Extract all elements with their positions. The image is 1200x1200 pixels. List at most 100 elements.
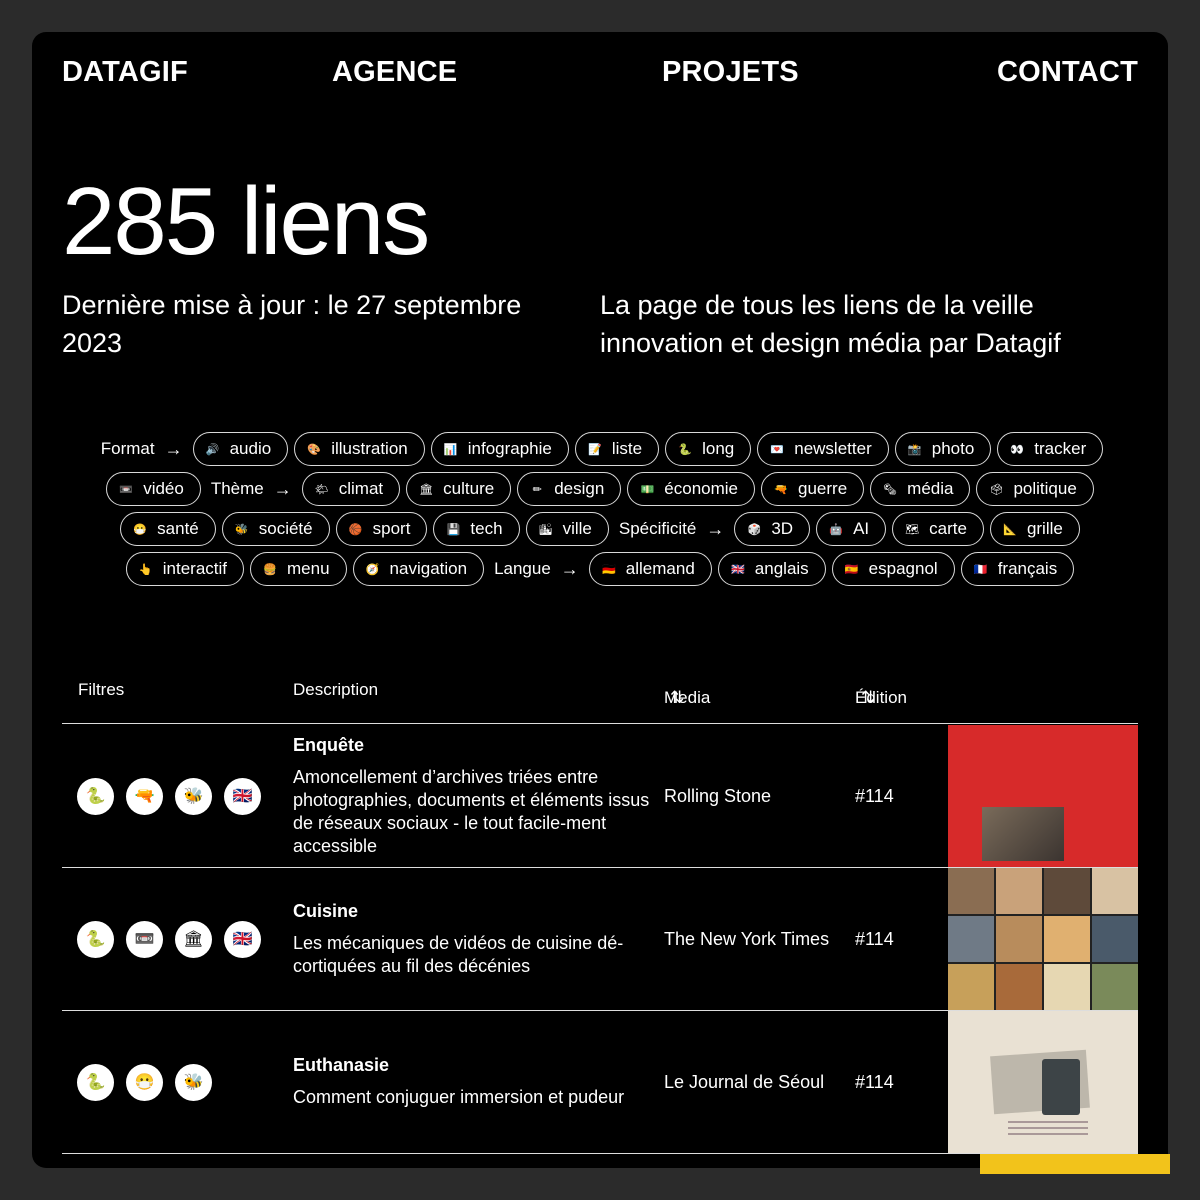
interactif-icon: 👆	[138, 563, 153, 576]
vidéo-icon: 📼	[119, 483, 134, 496]
page-frame: DATAGIF AGENCE PROJETS CONTACT 285 liens…	[32, 32, 1168, 1168]
filter-chip-société[interactable]: 🐝 société	[221, 512, 330, 546]
filter-chip-newsletter[interactable]: 💌 newsletter	[757, 432, 889, 466]
tag-icon: 📼	[126, 920, 163, 958]
filter-chip-liste[interactable]: 📝 liste	[574, 432, 660, 466]
filter-chip-santé[interactable]: 😷 santé	[120, 512, 216, 546]
sort-icon[interactable]: ⇅	[861, 688, 875, 708]
table-row[interactable]: 🐍 🔫 🐝 🇬🇧 Enquête Amoncellement d’archives tri…	[62, 725, 1138, 868]
filter-chip-label: vidéo	[143, 479, 184, 498]
row-description: Enquête Amoncellement d’archives triées e…	[293, 725, 653, 867]
filter-chip-label: menu	[287, 559, 330, 578]
navigation-icon: 🧭	[365, 563, 380, 576]
anglais-icon: 🇬🇧	[730, 563, 745, 576]
top-nav: DATAGIF AGENCE PROJETS CONTACT	[62, 56, 1138, 96]
filter-chip-vidéo[interactable]: 📼 vidéo	[106, 472, 201, 506]
next-row-thumbnail[interactable]	[980, 1154, 1170, 1174]
3D-icon: 🎲	[747, 523, 762, 536]
table-row[interactable]: 🐍 📼 🏛 🇬🇧 Cuisine Les mécaniques de vidéos de …	[62, 868, 1138, 1011]
nav-agence[interactable]: AGENCE	[332, 56, 457, 89]
filter-chip-grille[interactable]: 📐 grille	[989, 512, 1080, 546]
politique-icon: 🗳	[989, 483, 1004, 496]
filter-group-label: Spécificité →	[615, 512, 728, 546]
filter-chip-anglais[interactable]: 🇬🇧 anglais	[717, 552, 826, 586]
row-media: Le Journal de Séoul	[664, 1071, 825, 1092]
tag-icon: 🏛	[175, 920, 212, 958]
guerre-icon: 🔫	[774, 483, 788, 496]
arrow-right-icon: →	[164, 439, 183, 459]
filter-chip-français[interactable]: 🇫🇷 français	[960, 552, 1075, 586]
sport-icon: 🏀	[348, 523, 363, 536]
table-row[interactable]: 🐍 😷 🐝 Euthanasie Comment conjuguer immersion…	[62, 1011, 1138, 1154]
filter-chip-culture[interactable]: 🏛 culture	[406, 472, 512, 506]
espagnol-icon: 🇪🇸	[844, 563, 859, 576]
tech-icon: 💾	[446, 523, 461, 536]
filter-chip-long[interactable]: 🐍 long	[665, 432, 752, 466]
row-text: Comment conjuguer immersion et pudeur	[293, 1087, 625, 1107]
filter-chip-AI[interactable]: 🤖 AI	[816, 512, 887, 546]
filter-chip-label: média	[907, 479, 954, 498]
col-filtres: Filtres	[78, 680, 125, 699]
row-media: The New York Times	[664, 928, 830, 949]
filter-chip-label: AI	[853, 519, 870, 538]
filter-chip-espagnol[interactable]: 🇪🇸 espagnol	[831, 552, 955, 586]
filter-chip-label: newsletter	[794, 439, 872, 458]
filter-chip-tech[interactable]: 💾 tech	[433, 512, 520, 546]
row-description: Cuisine Les mécaniques de vidéos de cuisi…	[293, 868, 653, 1010]
row-thumbnail[interactable]	[948, 868, 1138, 1010]
filter-chip-économie[interactable]: 💵 économie	[627, 472, 756, 506]
filter-chip-navigation[interactable]: 🧭 navigation	[352, 552, 485, 586]
filter-chip-illustration[interactable]: 🎨 illustration	[294, 432, 425, 466]
climat-icon: 🌤	[314, 483, 329, 496]
filter-chip-menu[interactable]: 🍔 menu	[250, 552, 347, 586]
filter-chip-label: interactif	[162, 559, 228, 578]
tag-icon: 🇬🇧	[224, 777, 261, 815]
filter-chip-climat[interactable]: 🌤 climat	[301, 472, 401, 506]
filter-chip-infographie[interactable]: 📊 infographie	[430, 432, 569, 466]
AI-icon: 🤖	[829, 523, 843, 536]
filter-chip-label: anglais	[754, 559, 809, 578]
row-thumbnail[interactable]	[948, 725, 1138, 867]
filter-chip-label: 3D	[771, 519, 794, 538]
filter-chip-tracker[interactable]: 👀 tracker	[997, 432, 1104, 466]
filter-chip-audio[interactable]: 🔊 audio	[192, 432, 289, 466]
row-filter-icons: 🐍 🔫 🐝 🇬🇧	[77, 725, 261, 867]
filter-chip-3D[interactable]: 🎲 3D	[734, 512, 811, 546]
filter-chip-label: carte	[929, 519, 967, 538]
filter-chip-guerre[interactable]: 🔫 guerre	[761, 472, 865, 506]
filter-chips: Format → 🔊 audio 🎨 illustration 📊 infographie 📝 l…	[92, 432, 1108, 586]
filter-chip-label: audio	[229, 439, 272, 458]
arrow-right-icon: →	[273, 479, 292, 499]
row-text: Amoncellement d’archives triées entre ph…	[293, 766, 650, 856]
last-updated-text: Dernière mise à jour : le 27 septembre 2…	[62, 290, 522, 358]
row-thumbnail[interactable]	[948, 1011, 1138, 1153]
row-edition: #114	[855, 928, 894, 949]
filter-chip-ville[interactable]: 🏙 ville	[525, 512, 609, 546]
filter-chip-label: grille	[1026, 519, 1063, 538]
liste-icon: 📝	[588, 443, 602, 456]
nav-projets[interactable]: PROJETS	[662, 56, 799, 89]
menu-icon: 🍔	[263, 563, 277, 576]
illustration-icon: 🎨	[307, 443, 322, 456]
filter-chip-label: allemand	[625, 559, 695, 578]
filter-chip-politique[interactable]: 🗳 politique	[976, 472, 1094, 506]
filter-chip-carte[interactable]: 🗺 carte	[892, 512, 984, 546]
filter-chip-interactif[interactable]: 👆 interactif	[125, 552, 245, 586]
filter-chip-label: guerre	[798, 479, 848, 498]
filter-chip-sport[interactable]: 🏀 sport	[335, 512, 428, 546]
filter-chip-label: liste	[611, 439, 643, 458]
filter-chip-média[interactable]: 🗞 média	[870, 472, 971, 506]
brand-logo-link[interactable]: DATAGIF	[62, 56, 188, 89]
carte-icon: 🗺	[905, 523, 920, 536]
nav-contact[interactable]: CONTACT	[997, 56, 1138, 89]
filter-chip-photo[interactable]: 📸 photo	[894, 432, 992, 466]
filter-chip-design[interactable]: ✏ design	[517, 472, 622, 506]
filter-chip-label: long	[702, 439, 735, 458]
filter-chip-allemand[interactable]: 🇩🇪 allemand	[588, 552, 712, 586]
filter-chip-label: culture	[443, 479, 495, 498]
filter-chip-label: tracker	[1034, 439, 1087, 458]
sort-icon[interactable]: ⇅	[670, 688, 684, 708]
tag-icon: 🐍	[77, 1063, 114, 1101]
économie-icon: 💵	[640, 483, 655, 496]
filter-group-label: Langue →	[490, 552, 583, 586]
